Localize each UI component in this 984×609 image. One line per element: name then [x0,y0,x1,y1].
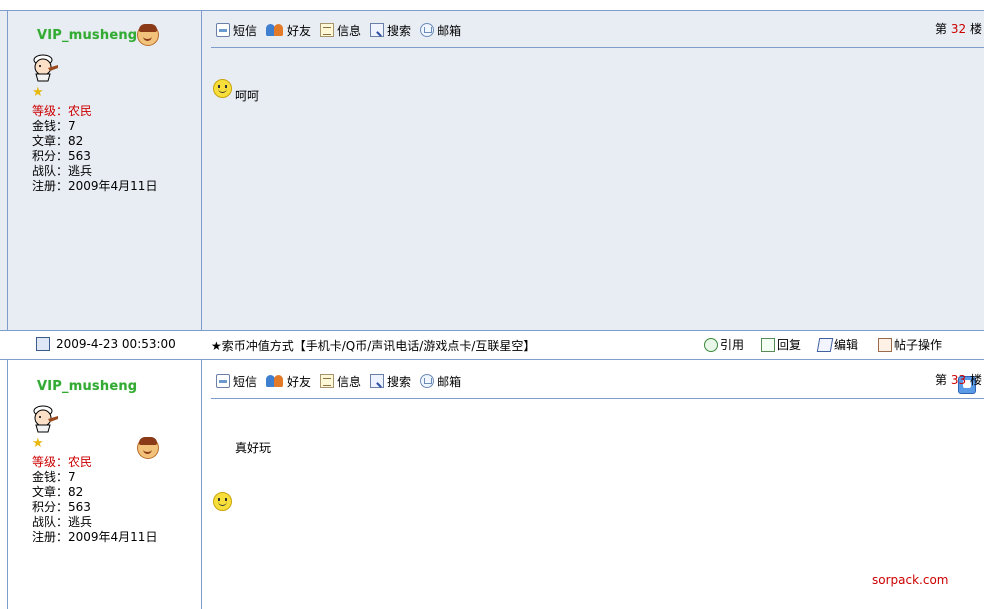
search-button[interactable]: 搜索 [370,22,411,38]
rank-star-icon: ★ [32,85,44,100]
mailbox-button[interactable]: 邮箱 [420,373,461,389]
info-icon [320,23,335,37]
watermark: sorpack.com [872,573,949,587]
user-points: 积分：563 [32,500,91,514]
sms-button[interactable]: 短信 [216,22,257,38]
friend-button[interactable]: 好友 [266,373,311,389]
reply-button[interactable]: 回复 [761,336,801,353]
edit-button[interactable]: 编辑 [816,336,858,353]
user-team: 战队：逃兵 [32,164,93,178]
user-team: 战队：逃兵 [32,515,93,529]
content-divider [211,47,984,48]
user-toolbar-2: 短信 好友 信息 搜索 邮箱 [216,373,461,389]
user-articles: 文章：82 [32,134,84,148]
user-toolbar: 短信 好友 信息 搜索 邮箱 [216,22,461,38]
post-content: 呵呵 [235,89,260,103]
sms-icon [216,374,230,388]
info-button[interactable]: 信息 [320,373,361,389]
left-border [7,11,8,609]
mailbox-button[interactable]: 邮箱 [420,22,461,38]
user-points: 积分：563 [32,149,91,163]
previous-post-bottom [0,0,984,11]
friend-button[interactable]: 好友 [266,22,311,38]
content-divider-2 [211,398,984,399]
friend-icon [266,23,284,37]
edit-icon [816,337,834,352]
column-divider [201,11,202,609]
user-registered: 注册：2009年4月11日 [32,530,158,544]
post-content-2: 真好玩 [235,441,272,455]
sms-icon [216,23,230,37]
user-money: 金钱：7 [32,119,76,133]
mailbox-icon [420,23,435,37]
user-level: 等级：农民 [32,455,93,469]
sms-button[interactable]: 短信 [216,373,257,389]
user-level: 等级：农民 [32,104,93,118]
info-icon [320,374,335,388]
computer-icon [36,337,50,351]
search-button[interactable]: 搜索 [370,373,411,389]
smiley-icon [213,492,232,511]
promo-link[interactable]: ★索币冲值方式【手机卡/Q币/声讯电话/游戏点卡/互联星空】 [211,337,535,354]
user-registered: 注册：2009年4月11日 [32,179,158,193]
user-face-icon [137,437,159,459]
search-icon [370,23,385,37]
search-icon [370,374,385,388]
avatar-sailor-icon [33,405,58,433]
user-face-icon [137,24,159,46]
quote-button[interactable]: 引用 [704,336,744,353]
username[interactable]: VIP_musheng [37,28,137,43]
reply-icon [761,337,775,352]
floor-number-2: 第 33 楼 [935,373,982,387]
post-time: 2009-4-23 00:53:00 [36,337,176,351]
user-articles: 文章：82 [32,485,84,499]
user-money: 金钱：7 [32,470,76,484]
friend-icon [266,374,284,388]
floor-number: 第 32 楼 [935,22,982,36]
quote-icon [704,337,718,352]
rank-star-icon: ★ [32,436,44,451]
post-operations-icon [878,337,892,352]
row-divider-2 [0,359,984,360]
post-operations-button[interactable]: 帖子操作 [878,336,942,353]
smiley-icon [213,79,232,98]
avatar-sailor-icon [33,54,58,82]
post-32 [0,11,984,330]
username-2[interactable]: VIP_musheng [37,379,137,394]
info-button[interactable]: 信息 [320,22,361,38]
mailbox-icon [420,374,435,388]
